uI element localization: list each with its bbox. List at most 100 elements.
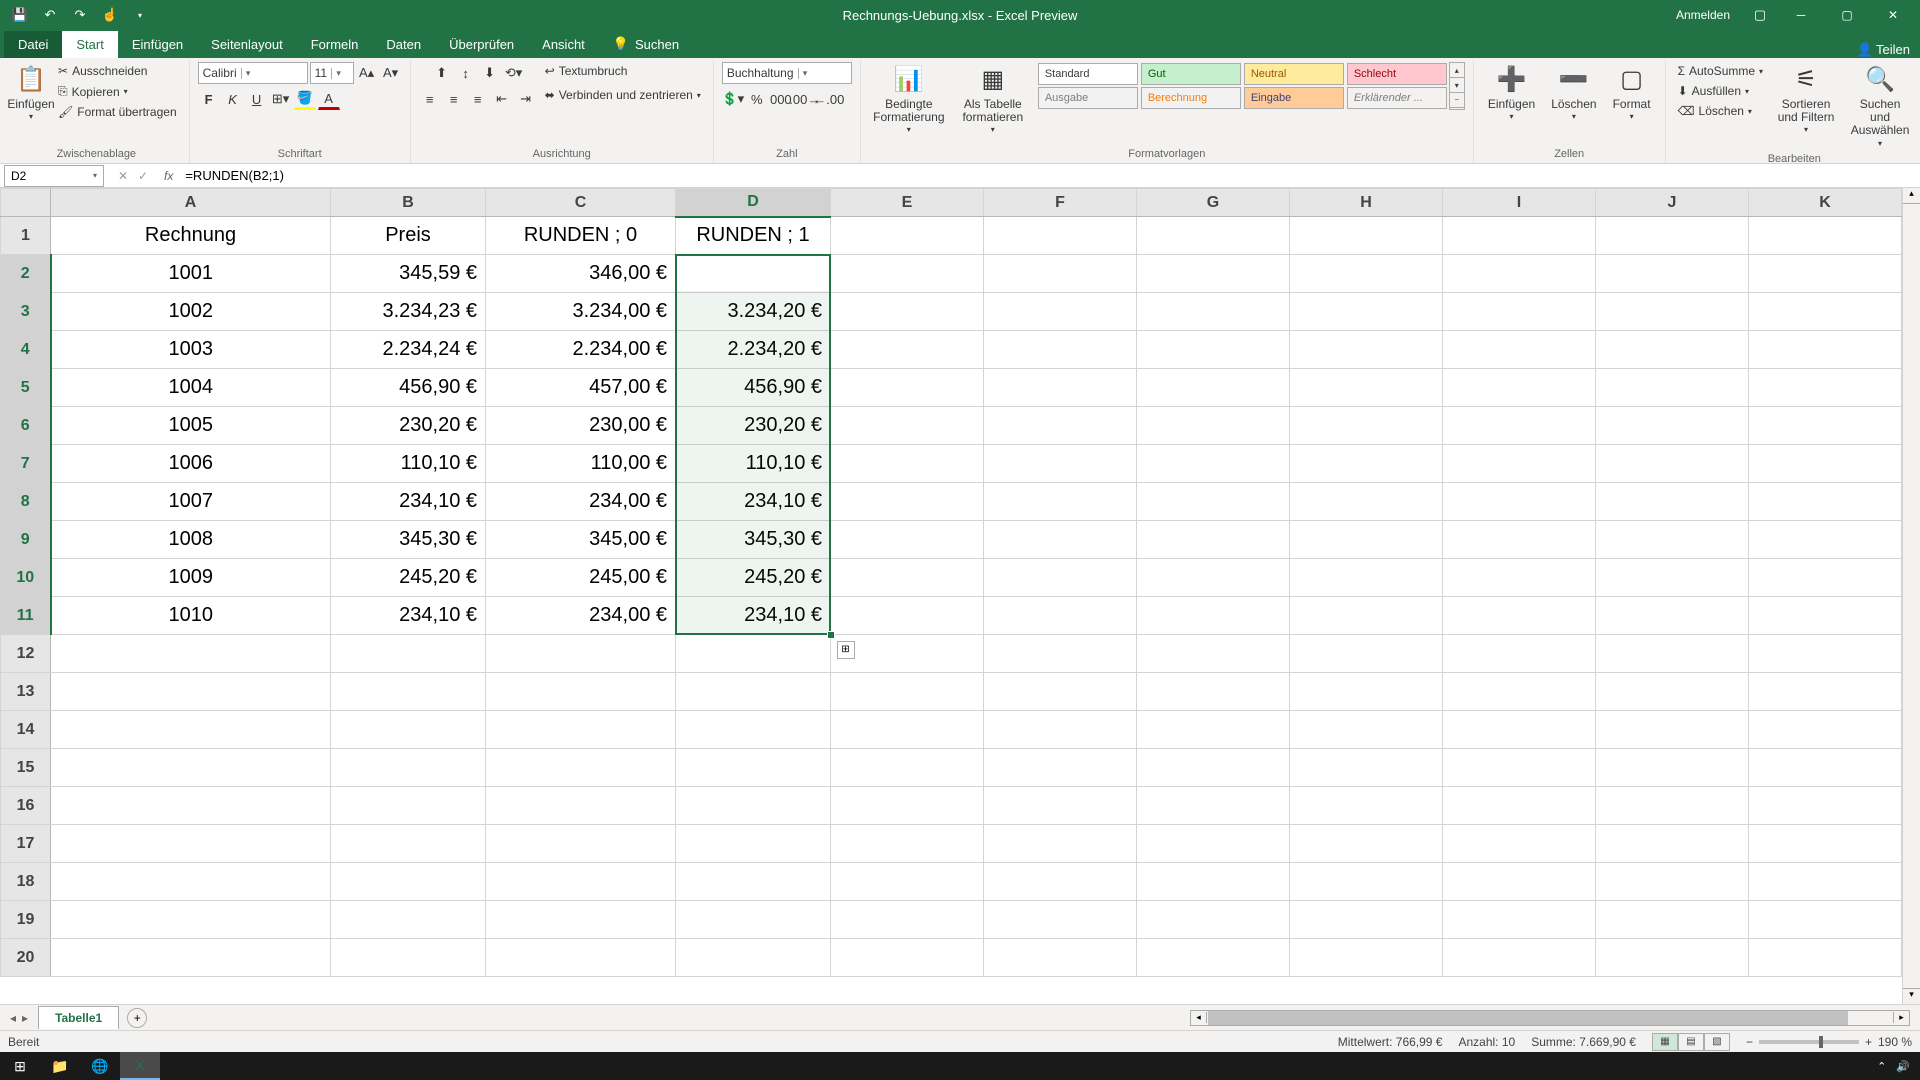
row-header-6[interactable]: 6 bbox=[1, 407, 51, 445]
cell-J14[interactable] bbox=[1596, 711, 1749, 749]
cell-G3[interactable] bbox=[1137, 293, 1290, 331]
cell-H4[interactable] bbox=[1290, 331, 1443, 369]
cell-B5[interactable]: 456,90 € bbox=[331, 369, 486, 407]
task-explorer-icon[interactable]: 📁 bbox=[40, 1052, 80, 1080]
format-painter-button[interactable]: 🖌Format übertragen bbox=[54, 103, 181, 121]
align-left-icon[interactable]: ≡ bbox=[419, 88, 441, 110]
add-sheet-button[interactable]: + bbox=[127, 1008, 147, 1028]
horizontal-scrollbar[interactable]: ◂▸ bbox=[1190, 1010, 1910, 1026]
border-button[interactable]: ⊞▾ bbox=[270, 88, 292, 110]
cell-H14[interactable] bbox=[1290, 711, 1443, 749]
cell-B20[interactable] bbox=[331, 939, 486, 977]
row-header-10[interactable]: 10 bbox=[1, 559, 51, 597]
col-header-K[interactable]: K bbox=[1749, 189, 1902, 217]
cell-I2[interactable] bbox=[1443, 255, 1596, 293]
cell-H19[interactable] bbox=[1290, 901, 1443, 939]
cell-A6[interactable]: 1005 bbox=[51, 407, 331, 445]
cell-J12[interactable] bbox=[1596, 635, 1749, 673]
row-header-13[interactable]: 13 bbox=[1, 673, 51, 711]
style-schlecht[interactable]: Schlecht bbox=[1347, 63, 1447, 85]
number-format-combo[interactable]: Buchhaltung▾ bbox=[722, 62, 852, 84]
row-header-17[interactable]: 17 bbox=[1, 825, 51, 863]
wrap-text-button[interactable]: ↩Textumbruch bbox=[541, 62, 632, 80]
cell-I15[interactable] bbox=[1443, 749, 1596, 787]
delete-cells-button[interactable]: ➖Löschen▾ bbox=[1545, 62, 1602, 124]
cell-I8[interactable] bbox=[1443, 483, 1596, 521]
cut-button[interactable]: ✂Ausschneiden bbox=[54, 62, 151, 80]
cell-E16[interactable] bbox=[831, 787, 984, 825]
cell-F5[interactable] bbox=[984, 369, 1137, 407]
ribbon-display-icon[interactable]: ▢ bbox=[1748, 3, 1772, 27]
cell-I19[interactable] bbox=[1443, 901, 1596, 939]
cell-A7[interactable]: 1006 bbox=[51, 445, 331, 483]
cell-K6[interactable] bbox=[1749, 407, 1902, 445]
cell-K15[interactable] bbox=[1749, 749, 1902, 787]
cell-H1[interactable] bbox=[1290, 217, 1443, 255]
sheet-nav-prev-icon[interactable]: ◂ bbox=[10, 1011, 16, 1025]
cell-G15[interactable] bbox=[1137, 749, 1290, 787]
cell-D2[interactable]: 345,60 € bbox=[676, 255, 831, 293]
task-browser-icon[interactable]: 🌐 bbox=[80, 1052, 120, 1080]
align-right-icon[interactable]: ≡ bbox=[467, 88, 489, 110]
cell-H16[interactable] bbox=[1290, 787, 1443, 825]
cell-A1[interactable]: Rechnung bbox=[51, 217, 331, 255]
cell-F11[interactable] bbox=[984, 597, 1137, 635]
cell-I9[interactable] bbox=[1443, 521, 1596, 559]
view-page-layout-icon[interactable]: ▤ bbox=[1678, 1033, 1704, 1051]
cell-C19[interactable] bbox=[486, 901, 676, 939]
cell-K17[interactable] bbox=[1749, 825, 1902, 863]
underline-button[interactable]: U bbox=[246, 88, 268, 110]
view-normal-icon[interactable]: ▦ bbox=[1652, 1033, 1678, 1051]
cell-B18[interactable] bbox=[331, 863, 486, 901]
cell-C11[interactable]: 234,00 € bbox=[486, 597, 676, 635]
cell-K13[interactable] bbox=[1749, 673, 1902, 711]
row-header-20[interactable]: 20 bbox=[1, 939, 51, 977]
increase-indent-icon[interactable]: ⇥ bbox=[515, 88, 537, 110]
cell-K8[interactable] bbox=[1749, 483, 1902, 521]
cell-F2[interactable] bbox=[984, 255, 1137, 293]
cell-H8[interactable] bbox=[1290, 483, 1443, 521]
close-button[interactable]: ✕ bbox=[1870, 0, 1916, 30]
tab-view[interactable]: Ansicht bbox=[528, 31, 599, 58]
cell-A2[interactable]: 1001 bbox=[51, 255, 331, 293]
cell-H13[interactable] bbox=[1290, 673, 1443, 711]
minimize-button[interactable]: ─ bbox=[1778, 0, 1824, 30]
col-header-A[interactable]: A bbox=[51, 189, 331, 217]
cell-F6[interactable] bbox=[984, 407, 1137, 445]
cell-C17[interactable] bbox=[486, 825, 676, 863]
cell-J5[interactable] bbox=[1596, 369, 1749, 407]
cell-D3[interactable]: 3.234,20 € bbox=[676, 293, 831, 331]
cell-E18[interactable] bbox=[831, 863, 984, 901]
col-header-I[interactable]: I bbox=[1443, 189, 1596, 217]
cell-H5[interactable] bbox=[1290, 369, 1443, 407]
decrease-decimal-icon[interactable]: ←.00 bbox=[818, 88, 840, 110]
align-center-icon[interactable]: ≡ bbox=[443, 88, 465, 110]
accounting-format-icon[interactable]: 💲▾ bbox=[722, 88, 744, 110]
cell-A3[interactable]: 1002 bbox=[51, 293, 331, 331]
cell-J7[interactable] bbox=[1596, 445, 1749, 483]
cell-B7[interactable]: 110,10 € bbox=[331, 445, 486, 483]
cell-E10[interactable] bbox=[831, 559, 984, 597]
cell-J9[interactable] bbox=[1596, 521, 1749, 559]
task-excel-icon[interactable]: X bbox=[120, 1052, 160, 1080]
cell-E7[interactable] bbox=[831, 445, 984, 483]
cell-F10[interactable] bbox=[984, 559, 1137, 597]
cell-F16[interactable] bbox=[984, 787, 1137, 825]
cell-E6[interactable] bbox=[831, 407, 984, 445]
row-header-7[interactable]: 7 bbox=[1, 445, 51, 483]
align-middle-icon[interactable]: ↕ bbox=[455, 62, 477, 84]
cell-K9[interactable] bbox=[1749, 521, 1902, 559]
fill-button[interactable]: ⬇Ausfüllen ▾ bbox=[1674, 82, 1753, 100]
row-header-11[interactable]: 11 bbox=[1, 597, 51, 635]
font-size-combo[interactable]: 11▾ bbox=[310, 62, 354, 84]
cell-D5[interactable]: 456,90 € bbox=[676, 369, 831, 407]
cell-D12[interactable] bbox=[676, 635, 831, 673]
cell-I18[interactable] bbox=[1443, 863, 1596, 901]
sheet-nav-next-icon[interactable]: ▸ bbox=[22, 1011, 28, 1025]
cell-B10[interactable]: 245,20 € bbox=[331, 559, 486, 597]
cell-H20[interactable] bbox=[1290, 939, 1443, 977]
cell-B11[interactable]: 234,10 € bbox=[331, 597, 486, 635]
cell-D15[interactable] bbox=[676, 749, 831, 787]
cell-G14[interactable] bbox=[1137, 711, 1290, 749]
cell-F8[interactable] bbox=[984, 483, 1137, 521]
